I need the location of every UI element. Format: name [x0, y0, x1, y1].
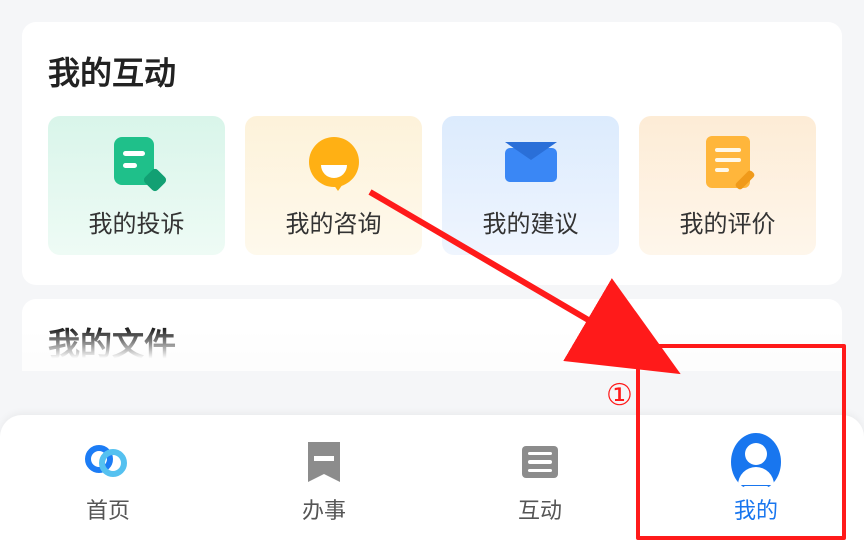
- card-title: 我的互动: [48, 48, 816, 94]
- tile-my-reviews[interactable]: 我的评价: [639, 116, 816, 255]
- fade-overlay: [22, 329, 842, 371]
- tile-label: 我的评价: [680, 204, 776, 239]
- my-interactions-card: 我的互动 我的投诉 我的咨询 我的建议 我的评价: [22, 22, 842, 285]
- tile-row: 我的投诉 我的咨询 我的建议 我的评价: [48, 116, 816, 255]
- nav-label: 首页: [86, 493, 130, 525]
- nav-services[interactable]: 办事: [216, 415, 432, 547]
- nav-label: 我的: [734, 493, 778, 525]
- review-document-icon: [700, 134, 756, 190]
- complaint-document-icon: [109, 134, 165, 190]
- annotation-step-number: ①: [606, 378, 633, 413]
- nav-label: 办事: [302, 493, 346, 525]
- list-icon: [515, 437, 565, 487]
- my-files-card: 我的文件: [22, 299, 842, 369]
- nav-home[interactable]: 首页: [0, 415, 216, 547]
- tile-my-complaints[interactable]: 我的投诉: [48, 116, 225, 255]
- bottom-nav: 首页 办事 互动 我的: [0, 415, 864, 547]
- nav-label: 互动: [518, 493, 562, 525]
- nav-mine[interactable]: 我的: [648, 415, 864, 547]
- tile-my-consultations[interactable]: 我的咨询: [245, 116, 422, 255]
- bookmark-icon: [299, 437, 349, 487]
- envelope-icon: [503, 134, 559, 190]
- tile-my-suggestions[interactable]: 我的建议: [442, 116, 619, 255]
- home-logo-icon: [83, 437, 133, 487]
- profile-icon: [731, 437, 781, 487]
- tile-label: 我的建议: [483, 204, 579, 239]
- chat-smile-icon: [306, 134, 362, 190]
- tile-label: 我的咨询: [286, 204, 382, 239]
- nav-interaction[interactable]: 互动: [432, 415, 648, 547]
- tile-label: 我的投诉: [89, 204, 185, 239]
